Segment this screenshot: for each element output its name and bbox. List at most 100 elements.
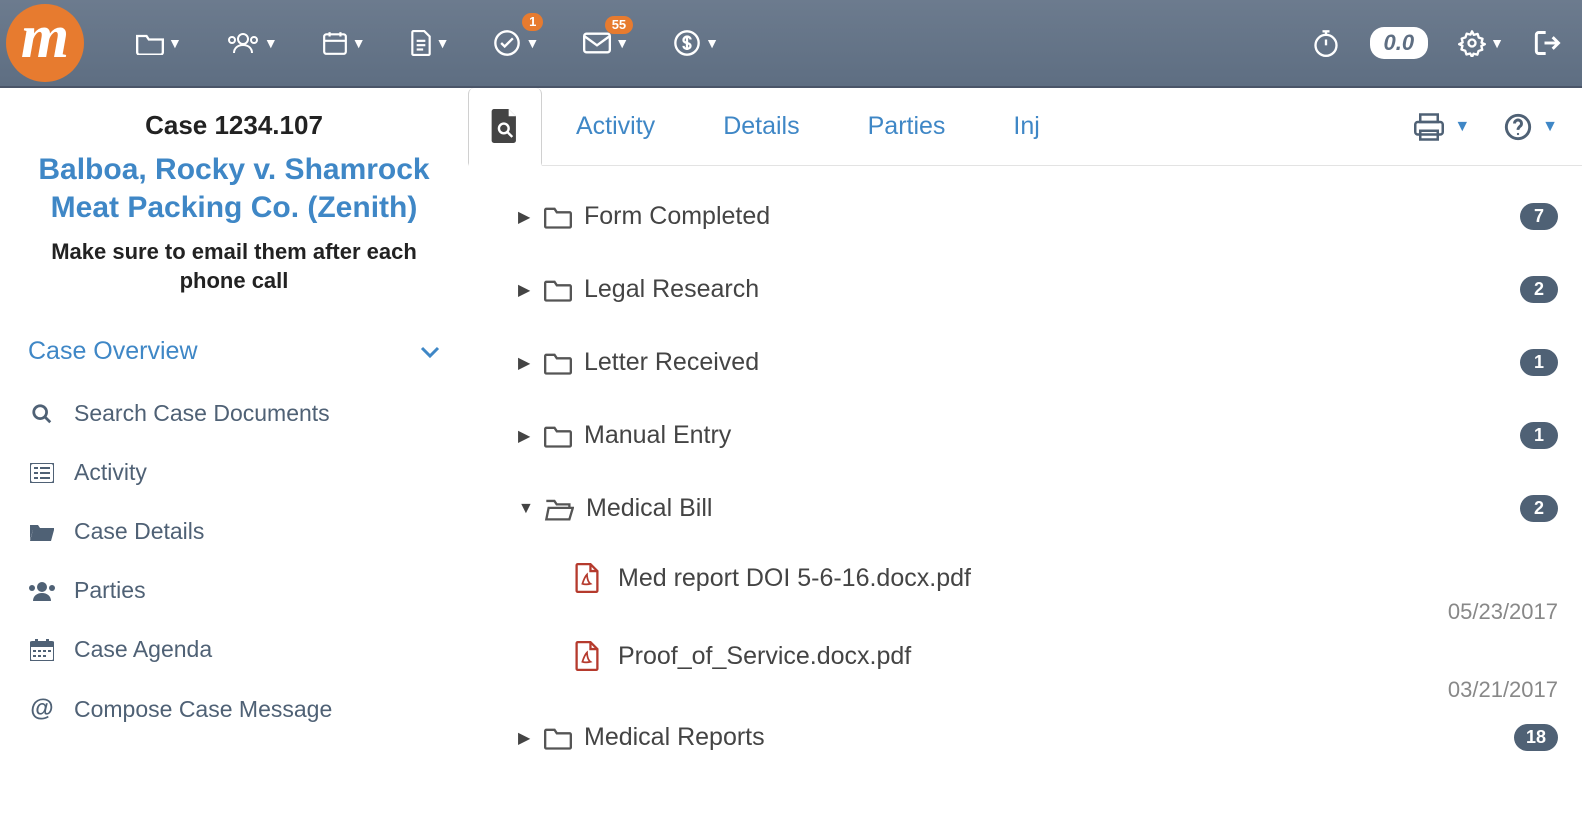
folder-row[interactable]: ▶ Manual Entry 1: [518, 399, 1558, 472]
caret-down-icon: ▼: [705, 35, 719, 51]
tasks-menu[interactable]: 1 ▼: [471, 21, 561, 65]
folder-name: Letter Received: [584, 348, 759, 377]
folder-row[interactable]: ▶Medical Reports18: [518, 701, 1558, 774]
folder-icon: [544, 351, 572, 375]
tab-documents-active[interactable]: [468, 88, 542, 166]
sidebar-item-case-details[interactable]: Case Details: [24, 502, 444, 561]
tab-details[interactable]: Details: [689, 88, 833, 165]
tabbar-right: ▼ ▼: [1414, 88, 1558, 165]
caret-down-icon: ▼: [615, 35, 629, 51]
sidebar-item-activity[interactable]: Activity: [24, 443, 444, 502]
sidebar-item-label: Case Details: [74, 518, 204, 545]
topbar-menu: ▼ ▼ ▼ ▼ 1 ▼ 55 ▼ ▼: [114, 21, 741, 65]
check-circle-icon: [493, 29, 521, 57]
folder-name: Medical Bill: [586, 494, 712, 523]
document-icon: [410, 30, 432, 56]
folder-name: Medical Reports: [584, 723, 765, 752]
sidebar-item-case-agenda[interactable]: Case Agenda: [24, 620, 444, 679]
tabbar: Activity Details Parties Inj ▼ ▼: [468, 88, 1582, 166]
folder-open-icon: [544, 497, 574, 521]
settings-menu[interactable]: ▼: [1458, 29, 1504, 57]
folder-icon: [544, 424, 572, 448]
users-icon: [28, 581, 56, 601]
folder-name: Legal Research: [584, 275, 759, 304]
folder-icon: [544, 278, 572, 302]
logout-button[interactable]: [1534, 30, 1562, 56]
file-name: Proof_of_Service.docx.pdf: [618, 642, 911, 671]
folder-count-badge: 1: [1520, 422, 1558, 449]
dollar-circle-icon: [673, 29, 701, 57]
document-menu[interactable]: ▼: [388, 22, 472, 64]
folder-count-badge: 2: [1520, 276, 1558, 303]
sidebar-item-search-docs[interactable]: Search Case Documents: [24, 384, 444, 443]
people-menu[interactable]: ▼: [204, 23, 300, 63]
pdf-icon: [574, 641, 600, 671]
help-icon: [1504, 113, 1532, 141]
folder-name: Form Completed: [584, 202, 770, 231]
print-icon: [1414, 113, 1444, 141]
folder-row[interactable]: ▶Letter Received1: [518, 326, 1558, 399]
caret-down-icon: ▼: [518, 500, 538, 518]
calendar-grid-icon: [30, 639, 54, 661]
case-overview-toggle[interactable]: Case Overview: [24, 329, 444, 384]
stopwatch-button[interactable]: [1312, 29, 1340, 57]
help-menu[interactable]: ▼: [1504, 113, 1558, 141]
folder-row[interactable]: ▼ Medical Bill 2: [518, 472, 1558, 545]
print-menu[interactable]: ▼: [1414, 113, 1470, 141]
topbar: m ▼ ▼ ▼ ▼ 1 ▼ 55 ▼ ▼: [0, 0, 1582, 88]
caret-right-icon: ▶: [518, 426, 538, 446]
tab-parties[interactable]: Parties: [834, 88, 980, 165]
case-note: Make sure to email them after each phone…: [24, 238, 444, 295]
caret-down-icon: ▼: [1454, 118, 1470, 136]
sidebar-item-label: Case Agenda: [74, 636, 212, 663]
file-row[interactable]: Proof_of_Service.docx.pdf 03/21/2017: [518, 623, 1558, 701]
folder-menu[interactable]: ▼: [114, 23, 204, 63]
case-title[interactable]: Balboa, Rocky v. Shamrock Meat Packing C…: [24, 151, 444, 226]
caret-down-icon: ▼: [525, 35, 539, 51]
case-number: Case 1234.107: [24, 110, 444, 141]
sidebar-item-parties[interactable]: Parties: [24, 561, 444, 620]
caret-down-icon: ▼: [264, 35, 278, 51]
calendar-menu[interactable]: ▼: [300, 22, 388, 64]
tasks-badge: 1: [522, 13, 543, 31]
folder-count-badge: 7: [1520, 203, 1558, 230]
caret-down-icon: ▼: [436, 35, 450, 51]
search-icon: [31, 403, 53, 425]
at-icon: @: [28, 695, 56, 723]
folder-name: Manual Entry: [584, 421, 731, 450]
caret-down-icon: ▼: [352, 35, 366, 51]
app-logo[interactable]: m: [6, 4, 84, 82]
sidebar-item-label: Compose Case Message: [74, 696, 332, 723]
folder-count-badge: 1: [1520, 349, 1558, 376]
main-layout: Case 1234.107 Balboa, Rocky v. Shamrock …: [0, 88, 1582, 832]
caret-down-icon: ▼: [168, 35, 182, 51]
logout-icon: [1534, 30, 1562, 56]
folder-icon: [544, 726, 572, 750]
pdf-icon: [574, 563, 600, 593]
tab-inj[interactable]: Inj: [979, 88, 1073, 165]
file-row[interactable]: Med report DOI 5-6-16.docx.pdf05/23/2017: [518, 545, 1558, 623]
tab-activity[interactable]: Activity: [542, 88, 689, 165]
folder-count-badge: 2: [1520, 495, 1558, 522]
sidebar-item-label: Parties: [74, 577, 146, 604]
mail-icon: [583, 32, 611, 54]
billing-menu[interactable]: ▼: [651, 21, 741, 65]
file-date: 03/21/2017: [1448, 677, 1558, 703]
folder-icon: [544, 205, 572, 229]
content-area: Activity Details Parties Inj ▼ ▼ ▶ Form C…: [468, 88, 1582, 832]
sidebar: Case 1234.107 Balboa, Rocky v. Shamrock …: [0, 88, 468, 832]
calendar-icon: [322, 30, 348, 56]
mail-menu[interactable]: 55 ▼: [561, 24, 651, 62]
folder-open-icon: [29, 522, 55, 542]
timer-value[interactable]: 0.0: [1370, 27, 1429, 59]
topbar-right: 0.0 ▼: [1312, 27, 1562, 59]
sidebar-item-compose-message[interactable]: @ Compose Case Message: [24, 679, 444, 739]
caret-right-icon: ▶: [518, 728, 538, 748]
folder-row[interactable]: ▶Legal Research2: [518, 253, 1558, 326]
caret-down-icon: ▼: [1490, 35, 1504, 51]
document-search-icon: [490, 109, 520, 143]
folder-row[interactable]: ▶Form Completed7: [518, 180, 1558, 253]
file-date: 05/23/2017: [1448, 599, 1558, 625]
gear-icon: [1458, 29, 1486, 57]
chevron-down-icon: [420, 345, 440, 359]
